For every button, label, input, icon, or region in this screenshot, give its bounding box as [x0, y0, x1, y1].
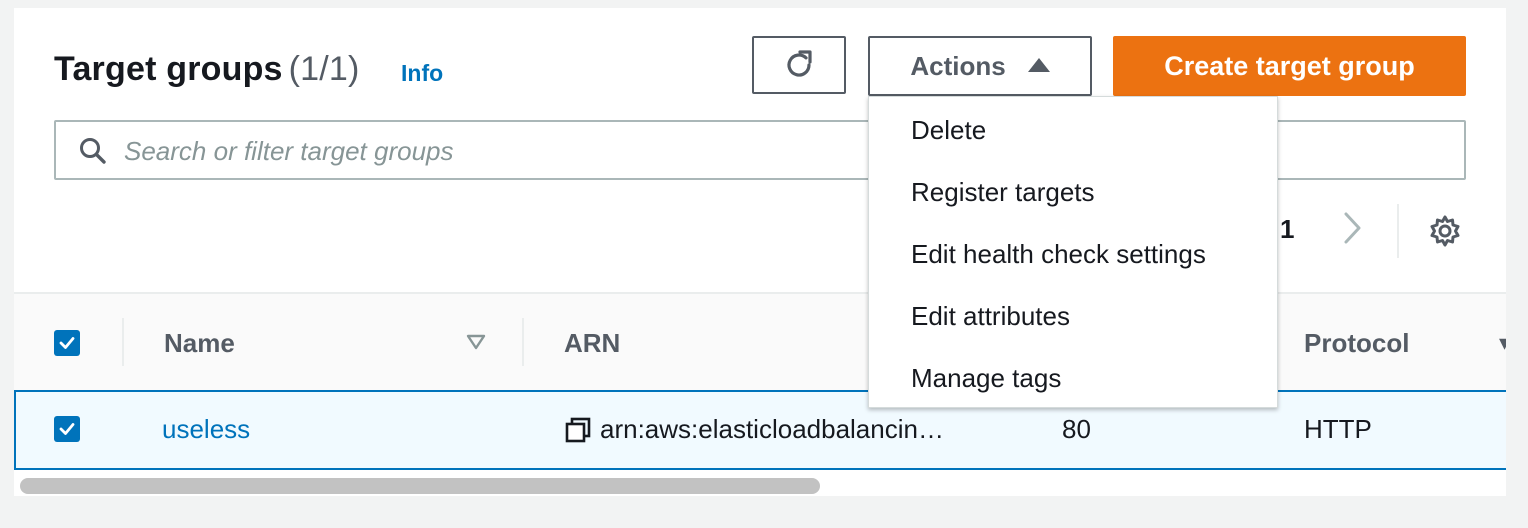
sort-down-icon[interactable]: [466, 334, 486, 350]
page-number[interactable]: 1: [1280, 214, 1294, 245]
menu-item-manage-tags[interactable]: Manage tags: [911, 363, 1061, 394]
actions-button[interactable]: Actions: [868, 36, 1092, 96]
arn-value: arn:aws:elasticloadbalancin…: [600, 414, 944, 444]
checkmark-icon: [59, 337, 75, 349]
column-divider: [522, 318, 524, 366]
menu-item-edit-health-check[interactable]: Edit health check settings: [911, 239, 1206, 270]
refresh-icon: [787, 50, 812, 77]
next-page-icon[interactable]: [1340, 210, 1364, 246]
menu-item-edit-attributes[interactable]: Edit attributes: [911, 301, 1070, 332]
gear-icon[interactable]: [1428, 214, 1462, 248]
column-divider: [122, 318, 124, 366]
info-link[interactable]: Info: [401, 60, 443, 87]
copy-icon[interactable]: [564, 416, 592, 444]
chevron-down-icon: ▾: [1499, 330, 1506, 355]
menu-item-register-targets[interactable]: Register targets: [911, 177, 1095, 208]
row-checkbox[interactable]: [54, 416, 80, 442]
actions-label: Actions: [910, 50, 1006, 81]
menu-item-delete[interactable]: Delete: [911, 115, 986, 146]
create-target-group-button[interactable]: Create target group: [1113, 36, 1466, 96]
page-title: Target groups (1/1): [54, 50, 360, 89]
target-groups-panel: Target groups (1/1) Info Actions Create t…: [14, 8, 1506, 496]
pagination-divider: [1397, 204, 1399, 258]
protocol-value: HTTP: [1304, 414, 1372, 444]
table-header: Name ARN Protocol ▾: [14, 292, 1506, 390]
target-group-name-link[interactable]: useless: [162, 414, 250, 445]
search-icon: [80, 138, 106, 164]
column-header-protocol[interactable]: Protocol: [1304, 328, 1409, 359]
horizontal-scrollbar[interactable]: [20, 478, 820, 494]
caret-up-icon: [1027, 58, 1050, 72]
actions-dropdown-menu: Delete Register targets Edit health chec…: [868, 96, 1278, 408]
checkmark-icon: [59, 423, 75, 435]
search-input[interactable]: [122, 130, 826, 172]
column-header-arn[interactable]: ARN: [564, 328, 620, 359]
table-row[interactable]: useless arn:aws:elasticloadbalancin… 80 …: [14, 390, 1506, 470]
refresh-button[interactable]: [752, 36, 846, 94]
select-all-checkbox[interactable]: [54, 330, 80, 356]
column-header-name[interactable]: Name: [164, 328, 235, 359]
selection-count: (1/1): [288, 50, 360, 88]
page-title-text: Target groups: [54, 50, 283, 88]
port-value: 80: [1062, 414, 1091, 444]
